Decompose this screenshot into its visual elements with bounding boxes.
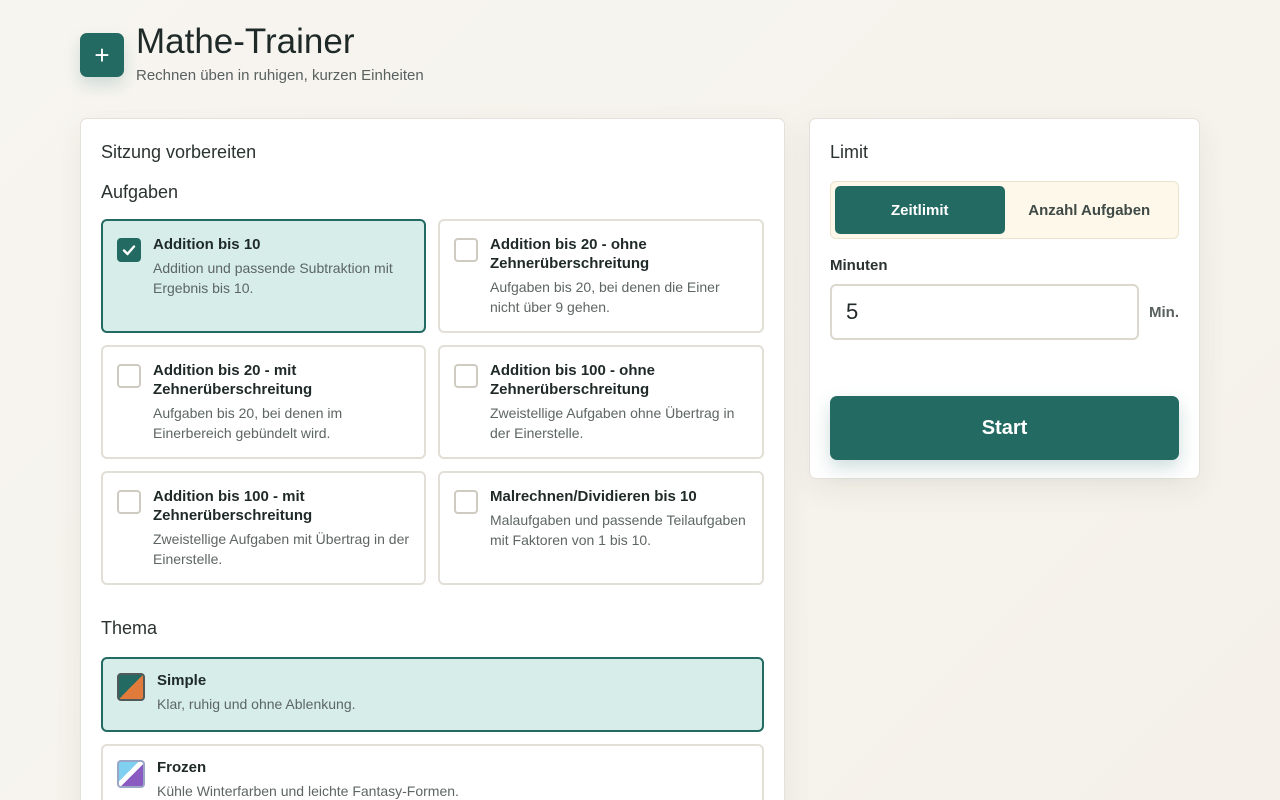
task-card-malrechnen[interactable]: Malrechnen/Dividieren bis 10 Malaufgaben… (438, 471, 764, 585)
checkbox[interactable] (454, 238, 478, 262)
start-button[interactable]: Start (830, 396, 1179, 460)
theme-title: Frozen (157, 759, 207, 776)
theme-card-frozen[interactable]: Frozen Kühle Winterfarben und leichte Fa… (101, 744, 764, 800)
header-text: Mathe-Trainer Rechnen üben in ruhigen, k… (136, 22, 424, 84)
limit-panel: Limit Zeitlimit Anzahl Aufgaben Minuten … (809, 118, 1200, 479)
mode-count-button[interactable]: Anzahl Aufgaben (1005, 186, 1175, 234)
app-header: + Mathe-Trainer Rechnen üben in ruhigen,… (80, 22, 424, 84)
task-title: Addition bis 10 (153, 236, 261, 253)
check-icon (122, 245, 136, 256)
theme-swatch-simple-icon (117, 673, 145, 701)
task-title: Addition bis 20 - mit Zehnerüberschreitu… (153, 362, 313, 398)
checkbox-checked[interactable] (117, 238, 141, 262)
theme-desc: Kühle Winterfarben und leichte Fantasy-F… (157, 783, 459, 799)
task-title: Addition bis 100 - mit Zehnerüberschreit… (153, 488, 313, 524)
checkbox[interactable] (454, 490, 478, 514)
task-desc: Aufgaben bis 20, bei denen die Einer nic… (490, 279, 720, 315)
app-subtitle: Rechnen üben in ruhigen, kurzen Einheite… (136, 67, 424, 84)
theme-title: Simple (157, 672, 207, 689)
checkbox[interactable] (454, 364, 478, 388)
minutes-label: Minuten (830, 257, 888, 274)
task-desc: Zweistellige Aufgaben mit Übertrag in de… (153, 531, 410, 567)
task-card-text: Addition bis 100 - ohne Zehnerüberschrei… (490, 361, 748, 443)
task-card-addition-100-ohne[interactable]: Addition bis 100 - ohne Zehnerüberschrei… (438, 345, 764, 459)
theme-card-simple[interactable]: Simple Klar, ruhig und ohne Ablenkung. (101, 657, 764, 732)
minutes-unit: Min. (1149, 303, 1179, 321)
task-card-addition-100-mit[interactable]: Addition bis 100 - mit Zehnerüberschreit… (101, 471, 426, 585)
task-title: Addition bis 20 - ohne Zehnerüberschreit… (490, 236, 650, 272)
task-desc: Malaufgaben und passende Teilaufgaben mi… (490, 512, 746, 548)
task-card-addition-20-ohne[interactable]: Addition bis 20 - ohne Zehnerüberschreit… (438, 219, 764, 333)
task-desc: Addition und passende Subtraktion mit Er… (153, 260, 393, 296)
task-card-text: Addition bis 10 Addition und passende Su… (153, 235, 410, 298)
task-grid: Addition bis 10 Addition und passende Su… (101, 219, 764, 585)
minutes-row: Min. (830, 284, 1179, 340)
task-card-text: Addition bis 100 - mit Zehnerüberschreit… (153, 487, 410, 569)
task-title: Addition bis 100 - ohne Zehnerüberschrei… (490, 362, 656, 398)
task-card-addition-20-mit[interactable]: Addition bis 20 - mit Zehnerüberschreitu… (101, 345, 426, 459)
session-panel: Sitzung vorbereiten Aufgaben Addition bi… (80, 118, 785, 800)
task-card-addition-10[interactable]: Addition bis 10 Addition und passende Su… (101, 219, 426, 333)
theme-label: Thema (101, 618, 158, 638)
app-title: Mathe-Trainer (136, 22, 355, 61)
task-card-text: Addition bis 20 - mit Zehnerüberschreitu… (153, 361, 410, 443)
theme-card-text: Simple Klar, ruhig und ohne Ablenkung. (157, 671, 356, 714)
tasks-label: Aufgaben (101, 182, 179, 202)
task-card-text: Malrechnen/Dividieren bis 10 Malaufgaben… (490, 487, 748, 550)
theme-desc: Klar, ruhig und ohne Ablenkung. (157, 696, 356, 712)
theme-swatch-frozen-icon (117, 760, 145, 788)
task-title: Malrechnen/Dividieren bis 10 (490, 488, 697, 505)
theme-card-text: Frozen Kühle Winterfarben und leichte Fa… (157, 758, 459, 800)
limit-mode-toggle: Zeitlimit Anzahl Aufgaben (830, 181, 1179, 239)
limit-title: Limit (830, 142, 869, 162)
task-desc: Aufgaben bis 20, bei denen im Einerberei… (153, 405, 343, 441)
task-card-text: Addition bis 20 - ohne Zehnerüberschreit… (490, 235, 748, 317)
mode-time-button[interactable]: Zeitlimit (835, 186, 1005, 234)
checkbox[interactable] (117, 490, 141, 514)
plus-logo-icon: + (80, 33, 124, 77)
task-desc: Zweistellige Aufgaben ohne Übertrag in d… (490, 405, 735, 441)
session-title: Sitzung vorbereiten (101, 142, 257, 162)
checkbox[interactable] (117, 364, 141, 388)
minutes-input[interactable] (830, 284, 1139, 340)
